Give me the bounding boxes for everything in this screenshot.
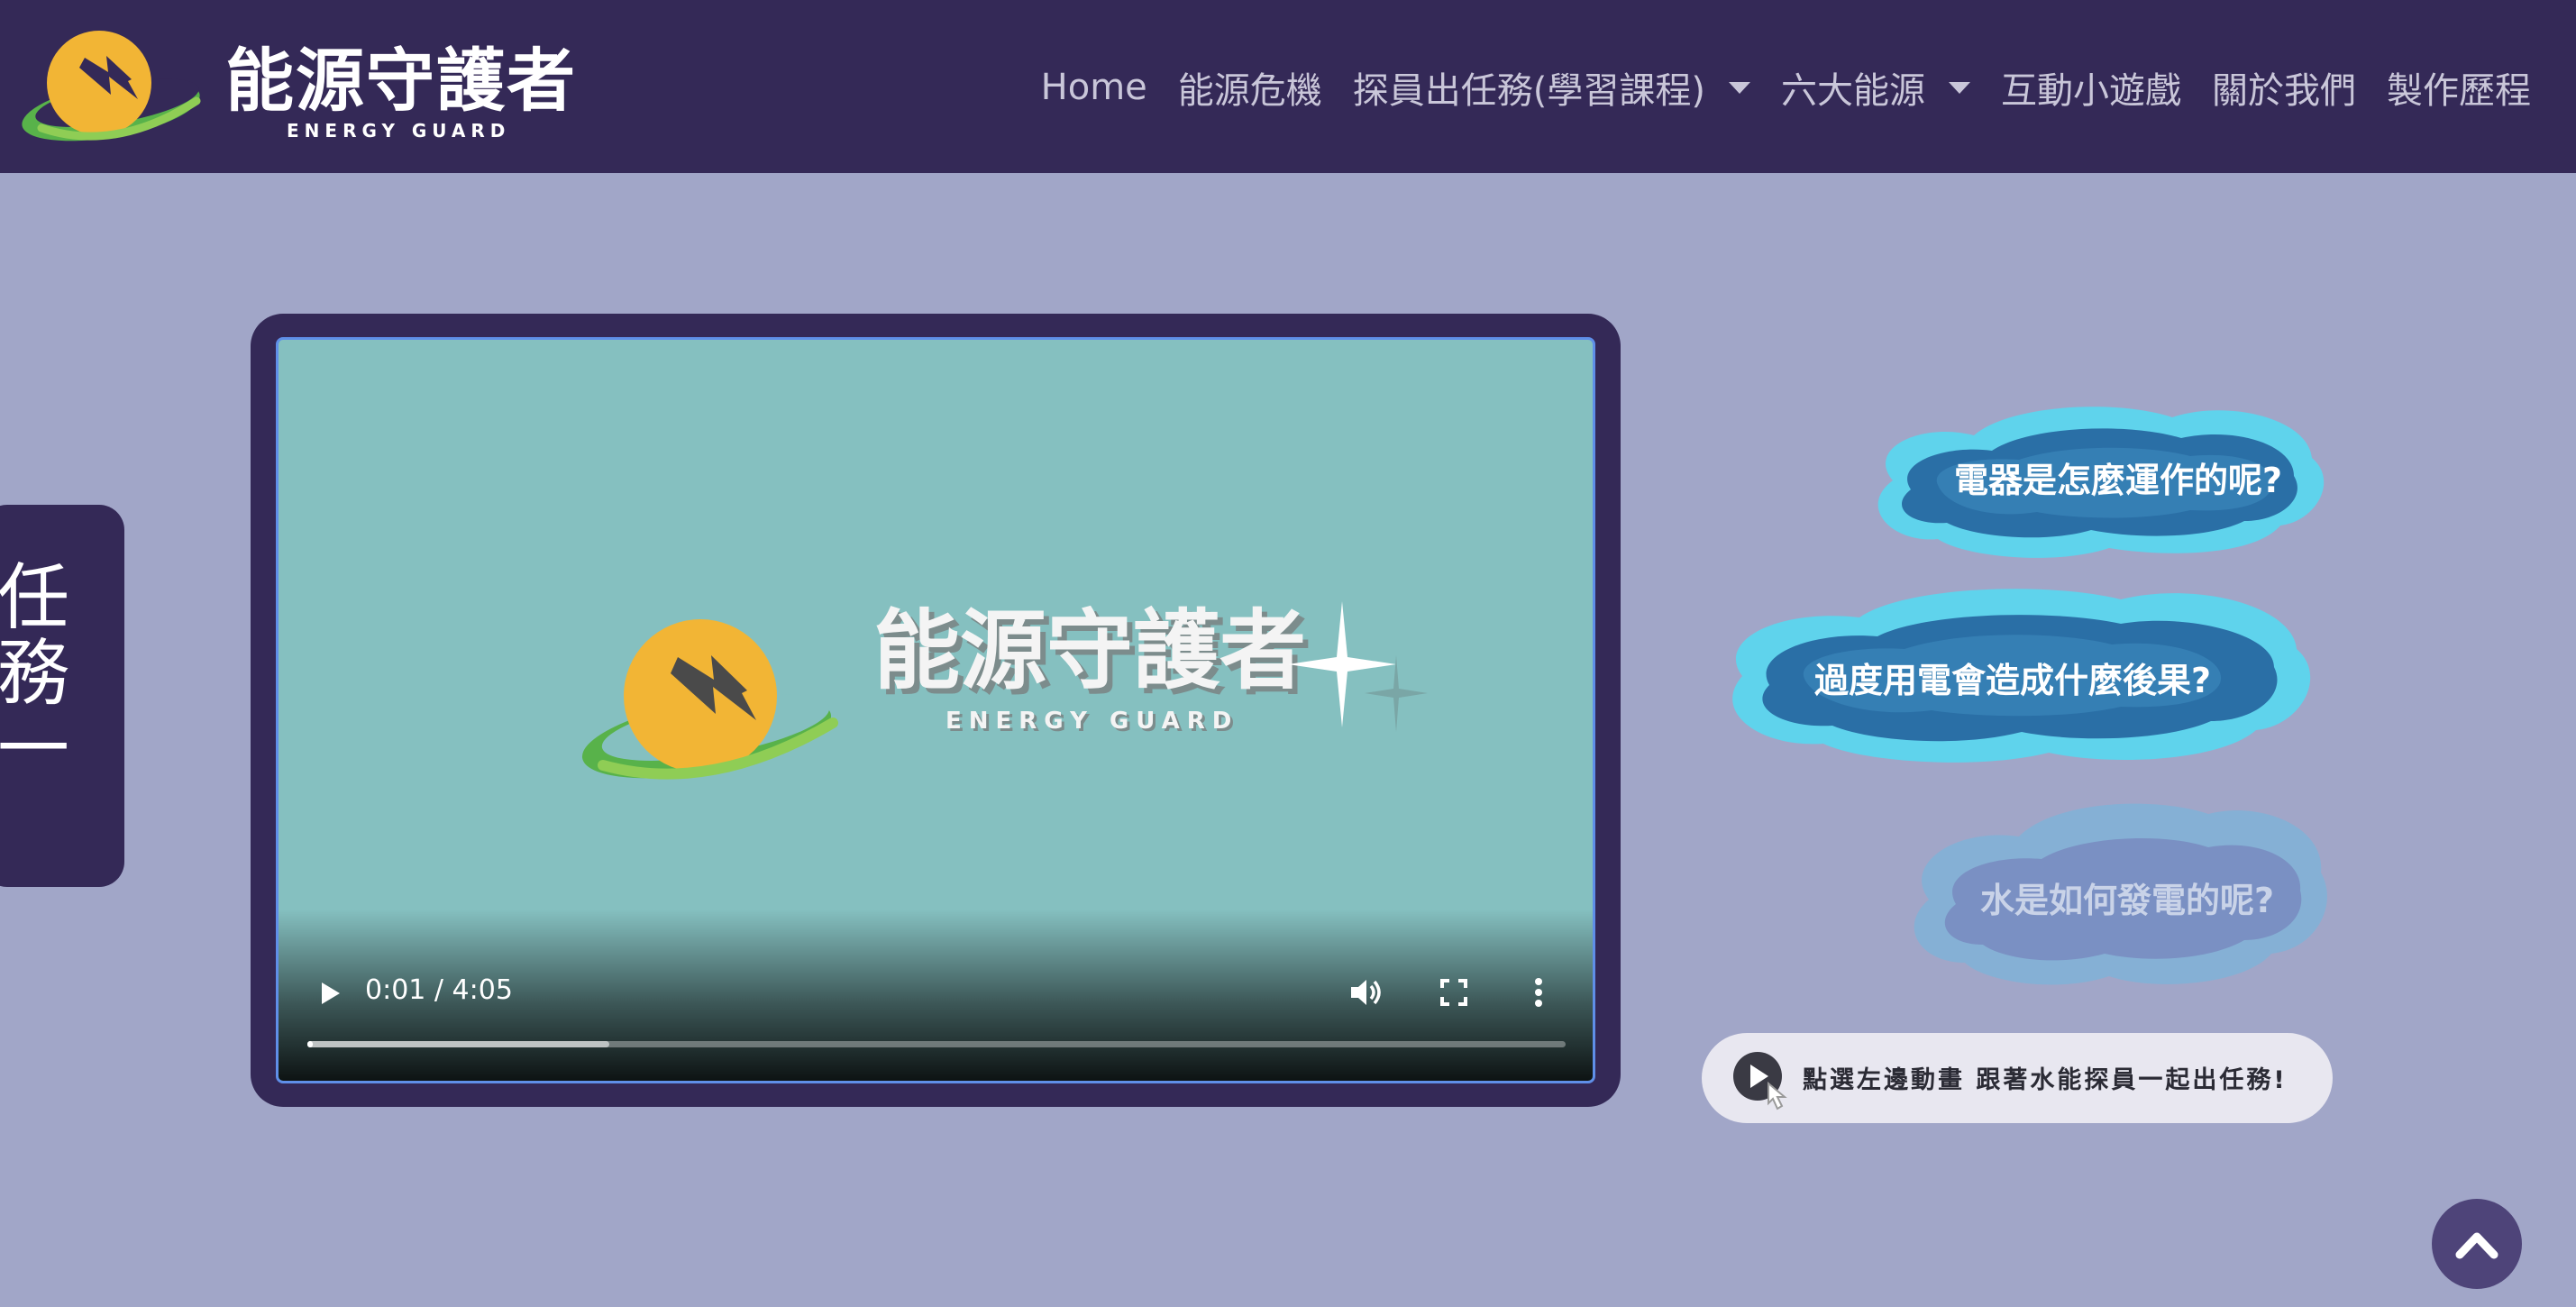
video-poster-title: 能源守護者: [873, 600, 1306, 701]
question-label: 過度用電會造成什麼後果?: [1813, 661, 2212, 700]
question-button-hydropower[interactable]: 水是如何發電的呢?: [1884, 791, 2334, 999]
back-to-top-button[interactable]: [2432, 1199, 2522, 1289]
nav-making-of-label: 製作歷程: [2387, 70, 2531, 112]
caret-down-icon: [1949, 81, 1970, 94]
main-nav: Home 能源危機 探員出任務(學習課程) 六大能源 互動小遊戲 關於我們 製作…: [1041, 56, 2531, 119]
brand-title: 能源守護者: [225, 41, 577, 121]
nav-home[interactable]: Home: [1041, 67, 1147, 108]
video-poster-logo: 能源守護者 ENERGY GUARD: [576, 592, 1306, 809]
nav-home-label: Home: [1040, 67, 1147, 108]
nav-energy-crisis[interactable]: 能源危機: [1178, 61, 1322, 114]
nav-making-of[interactable]: 製作歷程: [2387, 61, 2531, 114]
volume-icon[interactable]: [1346, 973, 1385, 1012]
nav-about-label: 關於我們: [2212, 70, 2356, 112]
brand-logo-link[interactable]: 能源守護者 ENERGY GUARD: [16, 27, 575, 149]
nav-six-energies-dropdown[interactable]: 六大能源: [1781, 61, 1970, 114]
mission-side-tab-label: 任務一: [0, 559, 69, 786]
brand-subtitle: ENERGY GUARD: [287, 120, 511, 142]
question-button-overuse[interactable]: 過度用電會造成什麼後果?: [1706, 577, 2328, 775]
mission-side-tab: 任務一: [0, 505, 124, 887]
nav-energy-crisis-label: 能源危機: [1177, 70, 1322, 112]
caret-down-icon: [1729, 81, 1750, 94]
nav-missions-label: 探員出任務(學習課程): [1352, 70, 1705, 112]
video-buffered-fill: [307, 1041, 610, 1047]
energy-guard-logo-icon: [22, 31, 201, 142]
sparkle-icon: [1288, 601, 1428, 732]
energy-guard-logo-icon: [581, 619, 838, 780]
nav-missions-dropdown[interactable]: 探員出任務(學習課程): [1353, 61, 1750, 114]
hint-pill: 點選左邊動畫 跟著水能探員一起出任務!: [1702, 1033, 2333, 1123]
navbar: 能源守護者 ENERGY GUARD Home 能源危機 探員出任務(學習課程)…: [0, 0, 2576, 173]
hint-text: 點選左邊動畫 跟著水能探員一起出任務!: [1803, 1066, 2288, 1094]
video-progress-bar[interactable]: [307, 1041, 1566, 1047]
nav-games[interactable]: 互動小遊戲: [2001, 61, 2181, 114]
video-poster-subtitle: ENERGY GUARD: [945, 708, 1239, 735]
video-player[interactable]: 能源守護者 ENERGY GUARD 0:01 / 4:05: [276, 337, 1595, 1083]
chevron-up-icon: [2455, 1232, 2498, 1259]
time-display: 0:01 / 4:05: [365, 974, 513, 1006]
question-label: 電器是怎麼運作的呢?: [1953, 461, 2283, 500]
video-played-fill: [307, 1041, 313, 1047]
question-label: 水是如何發電的呢?: [1979, 881, 2275, 920]
more-options-icon[interactable]: [1519, 973, 1558, 1012]
play-cursor-icon: [1733, 1052, 1787, 1110]
nav-about[interactable]: 關於我們: [2212, 61, 2356, 114]
nav-six-energies-label: 六大能源: [1781, 70, 1925, 112]
nav-games-label: 互動小遊戲: [2001, 70, 2181, 112]
fullscreen-icon[interactable]: [1434, 973, 1474, 1012]
question-button-appliances[interactable]: 電器是怎麼運作的呢?: [1839, 395, 2334, 566]
video-frame: 能源守護者 ENERGY GUARD 0:01 / 4:05: [251, 314, 1621, 1107]
play-icon[interactable]: [315, 978, 345, 1009]
video-controls: 0:01 / 4:05: [279, 909, 1593, 1081]
